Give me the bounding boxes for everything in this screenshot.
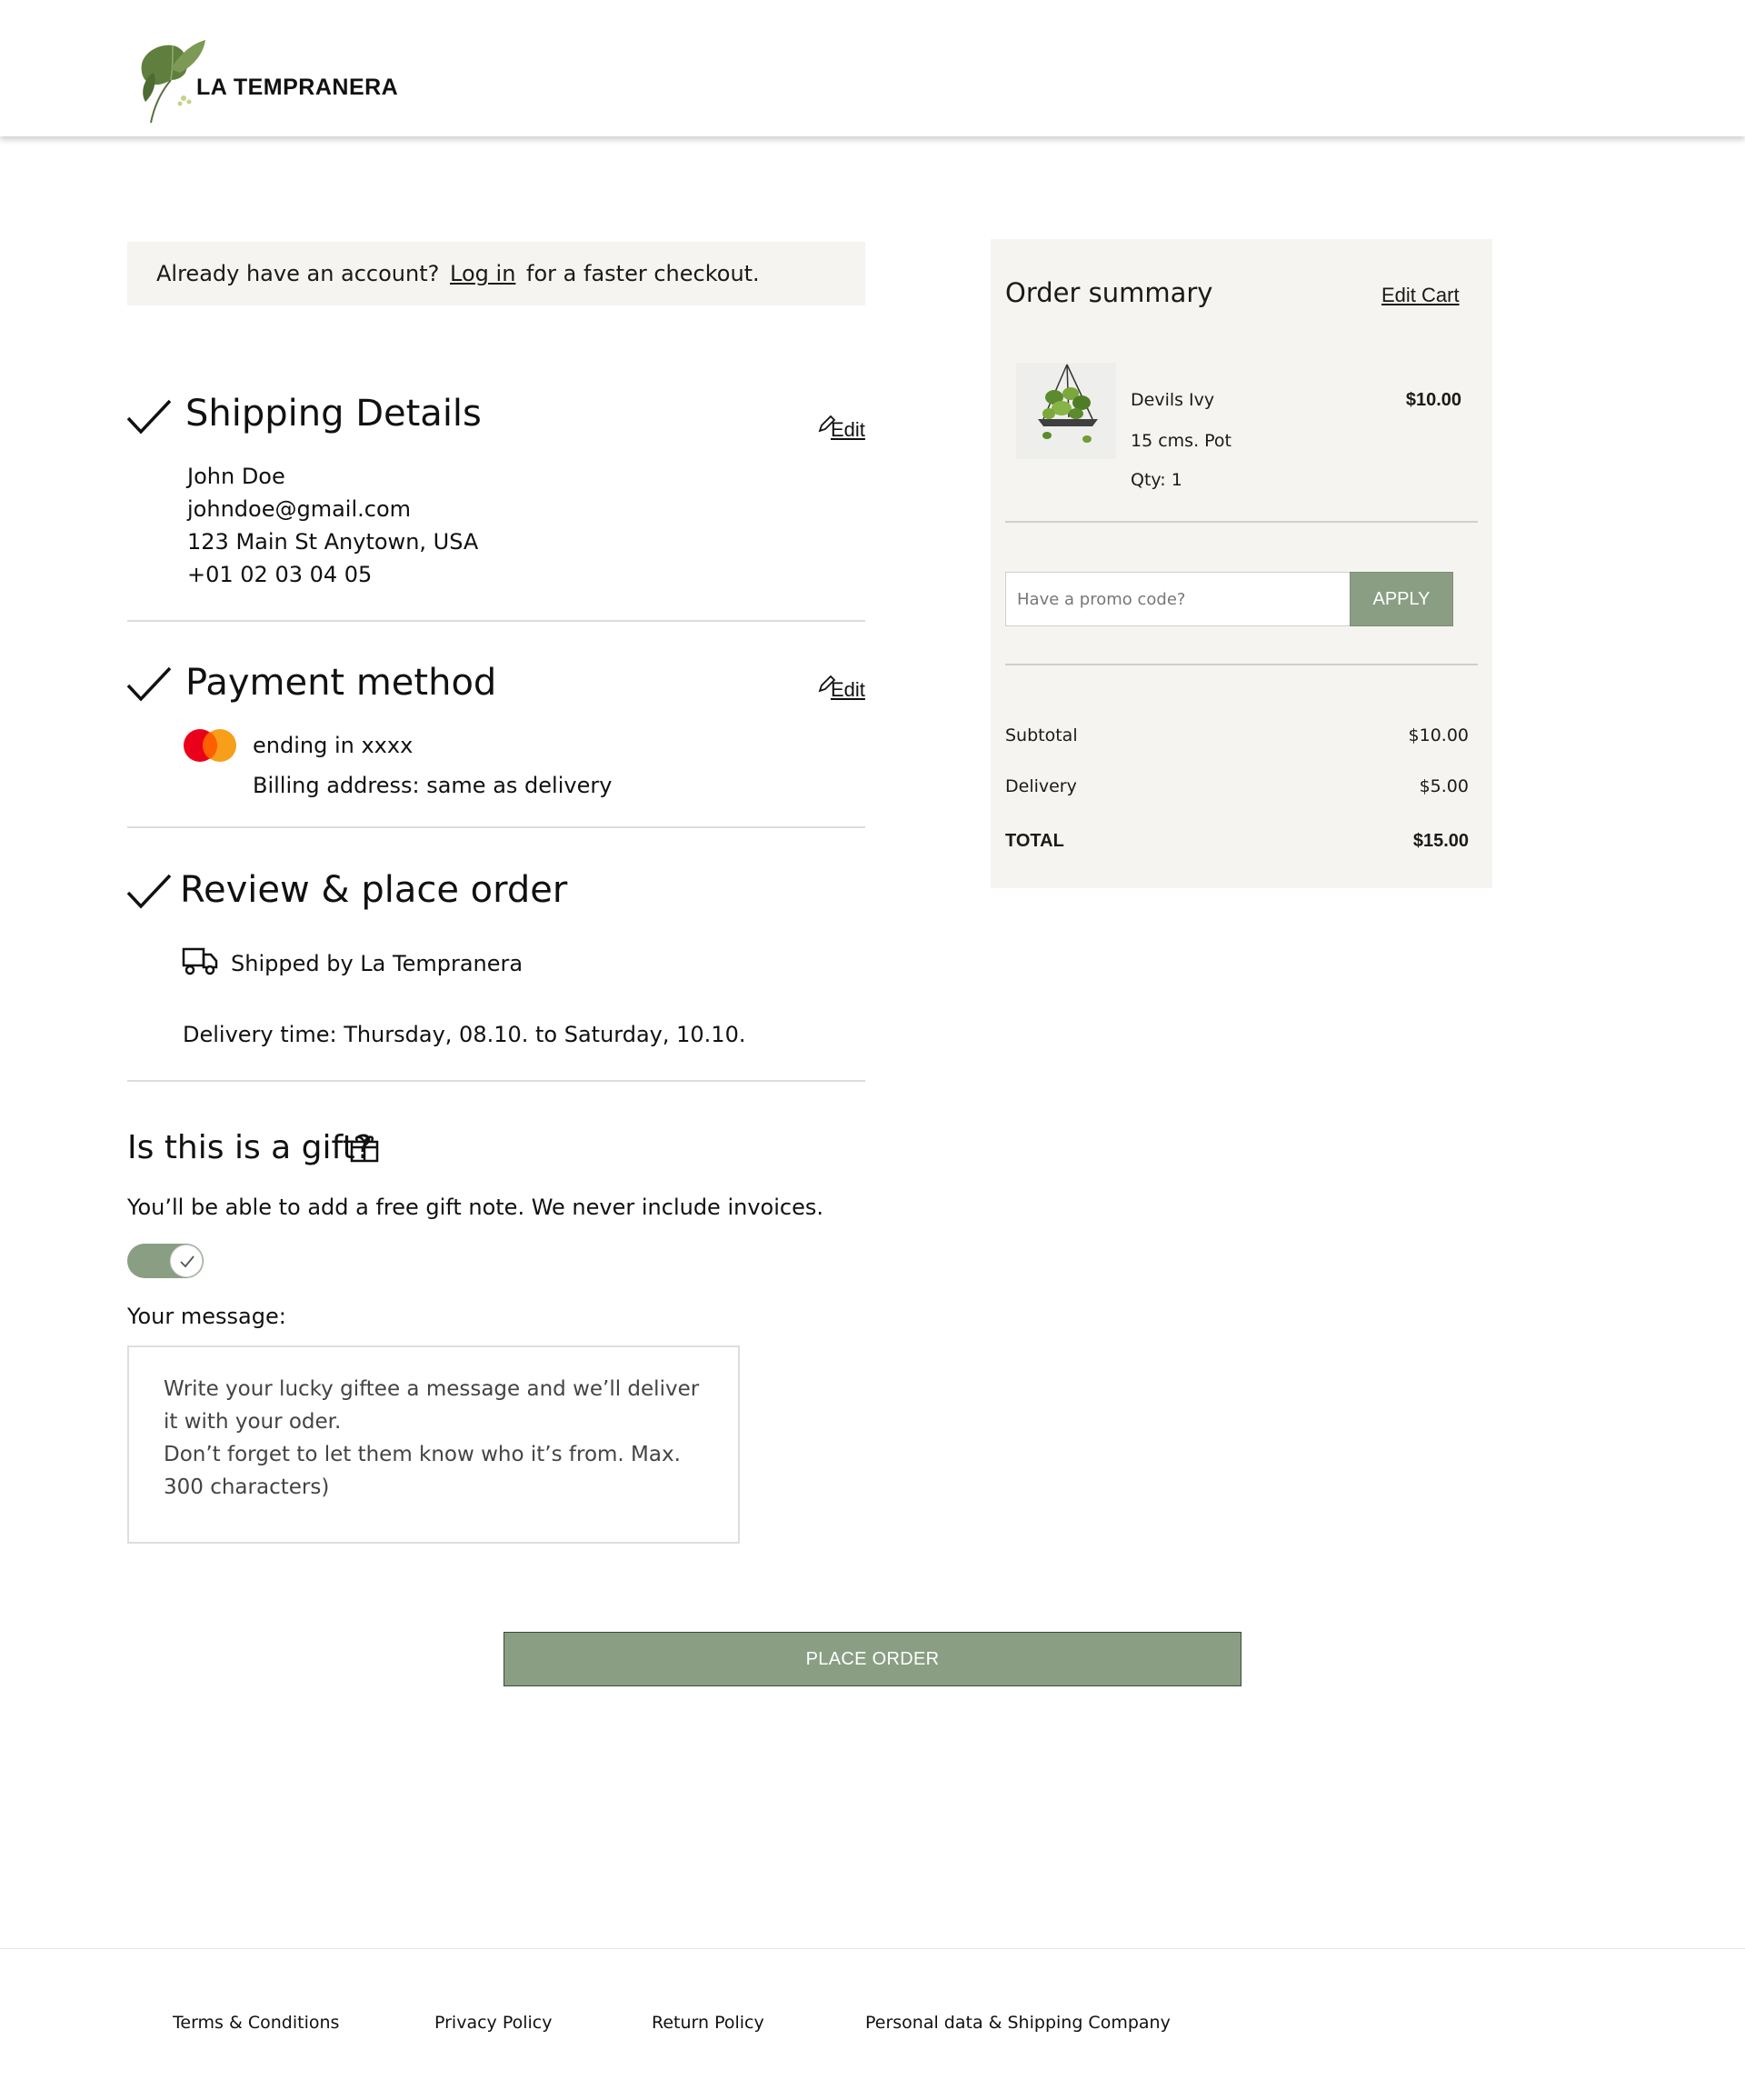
summary-divider — [1005, 664, 1478, 665]
total-value: $15.00 — [1412, 831, 1469, 851]
footer-link-return[interactable]: Return Policy — [652, 2013, 764, 2033]
shipping-email: johndoe@gmail.com — [187, 496, 411, 522]
card-ending-text: ending in xxxx — [253, 733, 414, 758]
product-price: $10.00 — [1405, 390, 1461, 410]
product-image — [1016, 363, 1116, 459]
footer-divider — [0, 1948, 1745, 1949]
summary-divider — [1005, 521, 1478, 523]
delivery-time-text: Delivery time: Thursday, 08.10. to Satur… — [183, 1022, 746, 1047]
pencil-icon — [818, 415, 836, 433]
mastercard-icon — [184, 729, 236, 762]
review-check-icon — [126, 874, 172, 909]
shipping-check-icon — [126, 399, 172, 435]
brand-logo[interactable]: LA TEMPRANERA — [135, 36, 407, 127]
login-link[interactable]: Log in — [450, 261, 515, 286]
check-icon — [180, 1255, 194, 1268]
delivery-value: $5.00 — [1419, 776, 1469, 796]
total-row: TOTAL $15.00 — [1005, 831, 1469, 852]
product-variant: 15 cms. Pot — [1131, 431, 1232, 451]
footer-link-terms[interactable]: Terms & Conditions — [173, 2013, 339, 2033]
delivery-label: Delivery — [1005, 776, 1077, 796]
payment-divider — [127, 826, 865, 828]
pencil-icon — [818, 675, 836, 693]
shipping-phone: +01 02 03 04 05 — [187, 562, 373, 587]
subtotal-row: Subtotal $10.00 — [1005, 725, 1469, 745]
order-summary-title: Order summary — [1005, 277, 1213, 308]
delivery-row: Delivery $5.00 — [1005, 776, 1469, 796]
payment-title: Payment method — [185, 662, 497, 704]
gift-title: Is this is a gift? — [127, 1129, 373, 1166]
edit-cart-link[interactable]: Edit Cart — [1381, 284, 1460, 307]
login-banner-prefix: Already have an account? — [156, 261, 440, 286]
order-summary-panel: Order summary Edit Cart Devils Ivy 15 cm… — [991, 239, 1492, 888]
login-banner-suffix: for a faster checkout. — [526, 261, 760, 286]
shipping-divider — [127, 620, 865, 622]
gift-icon — [350, 1135, 379, 1163]
footer-link-privacy[interactable]: Privacy Policy — [434, 2013, 552, 2033]
apply-promo-button[interactable]: APPLY — [1350, 572, 1453, 626]
review-divider — [127, 1080, 865, 1082]
shipping-edit-link[interactable]: Edit — [818, 415, 865, 442]
site-header: LA TEMPRANERA — [0, 0, 1745, 136]
review-title: Review & place order — [180, 869, 568, 911]
message-label: Your message: — [127, 1304, 286, 1329]
shipped-by-text: Shipped by La Tempranera — [231, 951, 524, 976]
product-qty: Qty: 1 — [1131, 470, 1182, 490]
hanging-plant-icon — [1038, 364, 1098, 443]
payment-edit-link[interactable]: Edit — [818, 675, 865, 702]
truck-icon — [182, 947, 218, 975]
gift-toggle[interactable] — [127, 1244, 204, 1278]
payment-check-icon — [126, 666, 172, 702]
gift-description: You’ll be able to add a free gift note. … — [127, 1195, 823, 1220]
toggle-knob — [170, 1245, 203, 1277]
shipping-address: 123 Main St Anytown, USA — [187, 529, 479, 555]
shipping-name: John Doe — [187, 464, 285, 489]
login-banner: Already have an account? Log in for a fa… — [127, 242, 865, 305]
brand-name: LA TEMPRANERA — [196, 75, 399, 100]
footer-link-personal-data[interactable]: Personal data & Shipping Company — [865, 2013, 1171, 2033]
subtotal-value: $10.00 — [1408, 725, 1469, 745]
subtotal-label: Subtotal — [1005, 725, 1078, 745]
promo-code-input[interactable] — [1005, 572, 1351, 626]
billing-address: Billing address: same as delivery — [253, 773, 613, 798]
place-order-button[interactable]: PLACE ORDER — [504, 1632, 1241, 1686]
product-name: Devils Ivy — [1131, 390, 1215, 410]
gift-message-input[interactable] — [127, 1345, 740, 1544]
shipping-title: Shipping Details — [185, 393, 482, 435]
total-label: TOTAL — [1005, 831, 1064, 851]
